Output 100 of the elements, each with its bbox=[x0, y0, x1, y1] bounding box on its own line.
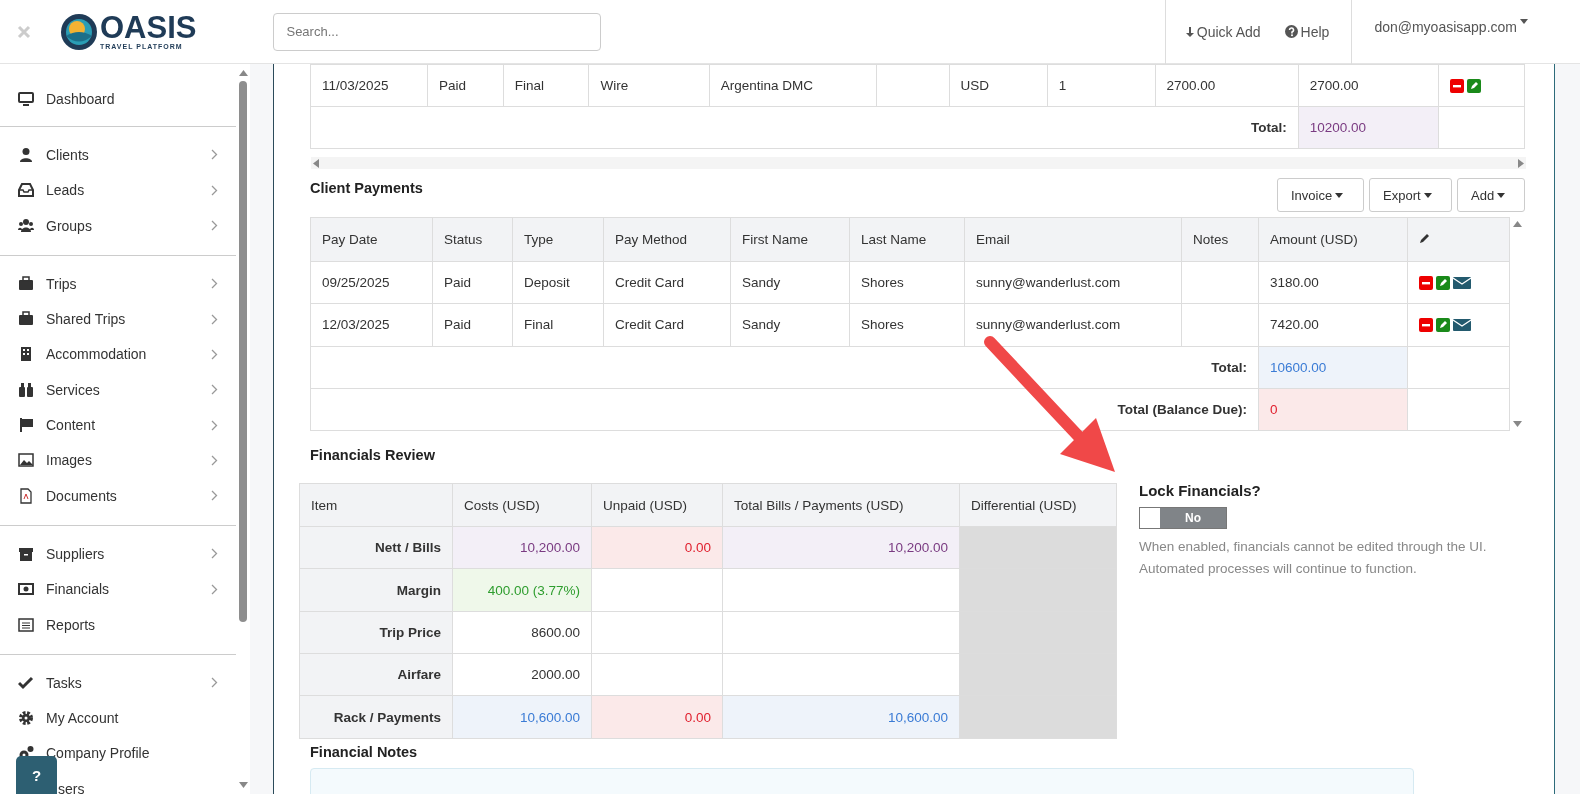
sidebar-item[interactable]: Trips bbox=[0, 266, 236, 302]
column-header: Email bbox=[964, 217, 1182, 262]
column-header: Amount (USD) bbox=[1258, 217, 1408, 262]
caret-icon bbox=[1423, 192, 1432, 198]
horizontal-scrollbar[interactable] bbox=[311, 157, 1526, 169]
table-cell: 09/25/2025 bbox=[310, 261, 433, 304]
list-icon bbox=[18, 616, 34, 633]
table-cell: Deposit bbox=[512, 261, 604, 304]
pencil-icon[interactable] bbox=[1436, 275, 1450, 290]
column-header: Status bbox=[432, 217, 513, 262]
column-header: Pay Method bbox=[603, 217, 731, 262]
dropdown-button[interactable]: Export bbox=[1369, 178, 1452, 212]
table-cell: Paid bbox=[432, 303, 513, 347]
total-value: 0 bbox=[1258, 388, 1408, 431]
table-cell: 2700.00 bbox=[1155, 64, 1299, 107]
row-header: Trip Price bbox=[299, 611, 453, 654]
sidebar-item[interactable]: Clients bbox=[0, 137, 236, 173]
scroll-down-icon bbox=[238, 782, 248, 788]
people-icon bbox=[18, 217, 34, 234]
sidebar-item[interactable]: Shared Trips bbox=[0, 301, 236, 337]
table-cell: Final bbox=[512, 303, 604, 347]
dropdown-button[interactable]: Invoice bbox=[1277, 178, 1364, 212]
help-link[interactable]: Help bbox=[1272, 0, 1342, 64]
quick-add-link[interactable]: Quick Add bbox=[1164, 0, 1273, 64]
sidebar-item[interactable]: Reports bbox=[0, 606, 236, 643]
briefcase-icon bbox=[18, 311, 34, 328]
sidebar-item[interactable]: Services bbox=[0, 372, 236, 408]
table-cell: sunny@wanderlust.com bbox=[964, 303, 1182, 347]
pencil-icon bbox=[1419, 232, 1431, 244]
column-header: Notes bbox=[1181, 217, 1259, 262]
building-icon bbox=[18, 346, 34, 363]
table-cell: 3180.00 bbox=[1258, 261, 1408, 304]
table-cell: 10,600.00 bbox=[452, 695, 592, 739]
table-cell: 10,200.00 bbox=[722, 526, 960, 569]
toggle-switch[interactable]: No bbox=[1139, 507, 1227, 530]
check-icon bbox=[18, 674, 34, 691]
column-header: Total Bills / Payments (USD) bbox=[722, 483, 960, 527]
sidebar-item[interactable]: Accommodation bbox=[0, 336, 236, 373]
sidebar-item[interactable]: Dashboard bbox=[0, 81, 236, 117]
column-header: Item bbox=[299, 483, 453, 527]
column-header: Type bbox=[512, 217, 604, 262]
delete-icon[interactable] bbox=[1419, 317, 1433, 332]
table-cell: 2000.00 bbox=[452, 653, 592, 696]
table-cell: Sandy bbox=[730, 303, 850, 347]
pencil-icon[interactable] bbox=[1436, 317, 1450, 332]
sidebar-item[interactable]: Groups bbox=[0, 207, 236, 244]
column-header: First Name bbox=[730, 217, 850, 262]
total-label: Total: bbox=[310, 346, 1259, 389]
delete-icon[interactable] bbox=[1450, 78, 1465, 93]
sidebar-item[interactable]: Suppliers bbox=[0, 536, 236, 572]
scrollbar-thumb[interactable] bbox=[239, 81, 247, 622]
tray-icon bbox=[18, 182, 34, 199]
sidebar-item[interactable]: Documents bbox=[0, 477, 236, 514]
column-header: Last Name bbox=[849, 217, 965, 262]
table-cell: Shores bbox=[849, 303, 965, 347]
scroll-up-icon bbox=[238, 70, 248, 76]
row-header: Rack / Payments bbox=[299, 695, 453, 739]
total-value: 10600.00 bbox=[1258, 346, 1408, 389]
sidebar-item[interactable]: Images bbox=[0, 442, 236, 478]
table-cell: Sandy bbox=[730, 261, 850, 304]
table-cell: sunny@wanderlust.com bbox=[964, 261, 1182, 304]
table-cell: Credit Card bbox=[603, 303, 731, 347]
dropdown-button[interactable]: Add bbox=[1457, 178, 1525, 212]
table-cell: 12/03/2025 bbox=[310, 303, 433, 347]
pencil-icon[interactable] bbox=[1467, 78, 1482, 93]
help-text: When enabled, financials cannot be edited through the UI. Automated processes will continue to function. bbox=[1139, 538, 1488, 579]
monitor-icon bbox=[18, 90, 34, 107]
column-header: Costs (USD) bbox=[452, 483, 592, 527]
delete-icon[interactable] bbox=[1419, 275, 1433, 290]
row-header: Airfare bbox=[299, 653, 453, 696]
binoculars-icon bbox=[18, 381, 34, 398]
envelope-icon[interactable] bbox=[1453, 317, 1471, 332]
table-cell: 1 bbox=[1047, 64, 1156, 107]
table-cell: 8600.00 bbox=[452, 611, 592, 654]
section-title: Financial Notes bbox=[310, 743, 419, 760]
flag-icon bbox=[18, 417, 34, 433]
row-header: Nett / Bills bbox=[299, 526, 453, 569]
table-cell: 0.00 bbox=[591, 526, 723, 569]
banknote-icon bbox=[18, 581, 34, 598]
sidebar-item[interactable]: Leads bbox=[0, 172, 236, 208]
user-menu[interactable]: don@myoasisapp.com bbox=[1351, 0, 1580, 64]
sidebar-item[interactable]: Financials bbox=[0, 571, 236, 607]
gear-icon bbox=[18, 710, 34, 727]
column-header: Unpaid (USD) bbox=[591, 483, 723, 527]
search-field[interactable]: Search... bbox=[273, 12, 602, 51]
column-header: Pay Date bbox=[310, 217, 433, 262]
logo-wordmark: OASIS bbox=[100, 13, 197, 43]
envelope-icon[interactable] bbox=[1453, 275, 1471, 290]
table-cell: Paid bbox=[432, 261, 513, 304]
sidebar-item[interactable]: Content bbox=[0, 407, 236, 443]
scroll-up-icon bbox=[1513, 221, 1522, 227]
help-button[interactable]: ? bbox=[16, 756, 57, 794]
table-cell: Credit Card bbox=[603, 261, 731, 304]
archive-box-icon bbox=[18, 545, 34, 562]
section-title: Financials Review bbox=[310, 447, 436, 464]
table-cell: 10,600.00 bbox=[722, 695, 960, 739]
sidebar-item[interactable]: My Account bbox=[0, 700, 236, 736]
sidebar-item[interactable]: sers bbox=[58, 771, 236, 794]
table-cell: USD bbox=[949, 64, 1048, 107]
sidebar-item[interactable]: Tasks bbox=[0, 665, 236, 701]
